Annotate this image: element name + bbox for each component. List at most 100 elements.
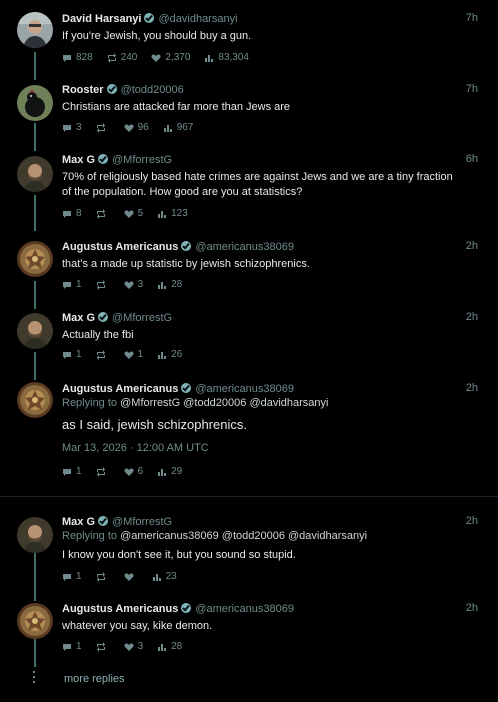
reply-count: 8 (76, 208, 82, 219)
reply-button[interactable]: 3 (62, 122, 82, 133)
author-name[interactable]: Augustus Americanus (62, 241, 178, 253)
views-button[interactable]: 28 (157, 641, 182, 652)
tweet-focused[interactable]: Augustus Americanus @americanus38069 2h R… (0, 382, 498, 482)
views-icon (157, 280, 167, 290)
repost-button[interactable] (96, 641, 110, 652)
timestamp[interactable]: 7h (466, 83, 478, 95)
avatar[interactable] (17, 382, 53, 418)
reply-icon (62, 209, 72, 219)
author-name[interactable]: Max G (62, 516, 95, 528)
like-button[interactable]: 3 (124, 641, 143, 652)
timestamp[interactable]: 6h (466, 153, 478, 165)
author-handle[interactable]: @MforrestG (112, 154, 172, 166)
view-count: 28 (171, 279, 183, 290)
repost-button[interactable] (96, 279, 110, 290)
like-icon (124, 642, 134, 652)
repost-button[interactable] (96, 466, 110, 477)
tweet[interactable]: Rooster @todd20006 7h Christians are atta… (0, 83, 498, 143)
view-count: 23 (165, 571, 177, 582)
timestamp[interactable]: 2h (466, 240, 478, 252)
repost-button[interactable] (96, 571, 110, 582)
views-button[interactable]: 967 (163, 122, 193, 133)
avatar[interactable] (17, 603, 53, 639)
repost-button[interactable] (96, 208, 110, 219)
reply-button[interactable]: 1 (62, 641, 82, 652)
views-button[interactable]: 26 (157, 349, 182, 360)
tweet[interactable]: Max G @MforrestG 2h Actually the fbi 1 1 … (0, 311, 498, 371)
reply-button[interactable]: 1 (62, 279, 82, 290)
tweet-text: Actually the fbi (62, 329, 134, 341)
like-button[interactable]: 3 (124, 279, 143, 290)
tweet-text: 70% of religiously based hate crimes are… (62, 171, 453, 198)
like-button[interactable] (124, 571, 138, 582)
tweet[interactable]: Augustus Americanus @americanus38069 2h w… (0, 602, 498, 662)
timestamp[interactable]: 2h (466, 311, 478, 323)
views-button[interactable]: 123 (157, 208, 188, 219)
avatar[interactable] (17, 156, 53, 192)
author-handle[interactable]: @americanus38069 (195, 603, 294, 615)
tweet[interactable]: Max G @MforrestG 2h Replying to @american… (0, 515, 498, 585)
author-name[interactable]: Rooster (62, 84, 104, 96)
author-name[interactable]: Max G (62, 312, 95, 324)
tweet-date[interactable]: Mar 13, 2026 · 12:00 AM UTC (62, 442, 209, 454)
reply-count: 1 (76, 641, 82, 652)
avatar[interactable] (17, 313, 53, 349)
views-icon (157, 209, 167, 219)
repost-icon (96, 209, 106, 219)
author-handle[interactable]: @americanus38069 (195, 383, 294, 395)
replying-to: Replying to @americanus38069 @todd20006 … (62, 530, 367, 542)
like-icon (124, 572, 134, 582)
reply-button[interactable]: 1 (62, 466, 82, 477)
divider (0, 496, 498, 497)
reply-button[interactable]: 1 (62, 571, 82, 582)
timestamp[interactable]: 2h (466, 602, 478, 614)
repost-icon (96, 572, 106, 582)
reply-button[interactable]: 8 (62, 208, 82, 219)
like-button[interactable]: 96 (124, 122, 149, 133)
like-icon (124, 123, 134, 133)
repost-button[interactable] (96, 349, 110, 360)
author-handle[interactable]: @MforrestG (112, 516, 172, 528)
author-name[interactable]: Augustus Americanus (62, 603, 178, 615)
tweet[interactable]: Max G @MforrestG 6h 70% of religiously ba… (0, 153, 498, 223)
views-button[interactable]: 28 (157, 279, 182, 290)
timestamp[interactable]: 7h (466, 12, 478, 24)
repost-icon (96, 350, 106, 360)
replying-label: Replying to (62, 530, 118, 542)
like-button[interactable]: 2,370 (151, 52, 190, 63)
replying-mentions[interactable]: @americanus38069 @todd20006 @davidharsan… (120, 530, 367, 542)
tweet[interactable]: Augustus Americanus @americanus38069 2h t… (0, 240, 498, 300)
views-button[interactable]: 83,304 (204, 52, 249, 63)
views-button[interactable]: 29 (157, 466, 182, 477)
like-button[interactable]: 5 (124, 208, 143, 219)
verified-icon (106, 84, 117, 94)
reply-button[interactable]: 828 (62, 52, 93, 63)
avatar[interactable] (17, 241, 53, 277)
timestamp[interactable]: 2h (466, 515, 478, 527)
verified-icon (98, 154, 109, 164)
author-name[interactable]: Max G (62, 154, 95, 166)
author-name[interactable]: David Harsanyi (62, 13, 141, 25)
more-replies-link[interactable]: more replies (64, 673, 125, 685)
avatar[interactable] (17, 517, 53, 553)
avatar[interactable] (17, 85, 53, 121)
author-handle[interactable]: @MforrestG (112, 312, 172, 324)
tweet[interactable]: David Harsanyi @davidharsanyi 7h If you'r… (0, 12, 498, 72)
like-button[interactable]: 1 (124, 349, 143, 360)
views-button[interactable]: 23 (152, 571, 177, 582)
reply-button[interactable]: 1 (62, 349, 82, 360)
more-dots-icon (33, 671, 35, 686)
like-icon (124, 350, 134, 360)
author-handle[interactable]: @todd20006 (121, 84, 184, 96)
views-icon (157, 467, 167, 477)
view-count: 26 (171, 349, 183, 360)
repost-button[interactable]: 240 (107, 52, 137, 63)
author-handle[interactable]: @americanus38069 (195, 241, 294, 253)
avatar[interactable] (17, 12, 53, 48)
author-name[interactable]: Augustus Americanus (62, 383, 178, 395)
repost-button[interactable] (96, 122, 110, 133)
like-button[interactable]: 6 (124, 466, 143, 477)
timestamp[interactable]: 2h (466, 382, 478, 394)
author-handle[interactable]: @davidharsanyi (158, 13, 237, 25)
replying-mentions[interactable]: @MforrestG @todd20006 @davidharsanyi (120, 397, 328, 409)
